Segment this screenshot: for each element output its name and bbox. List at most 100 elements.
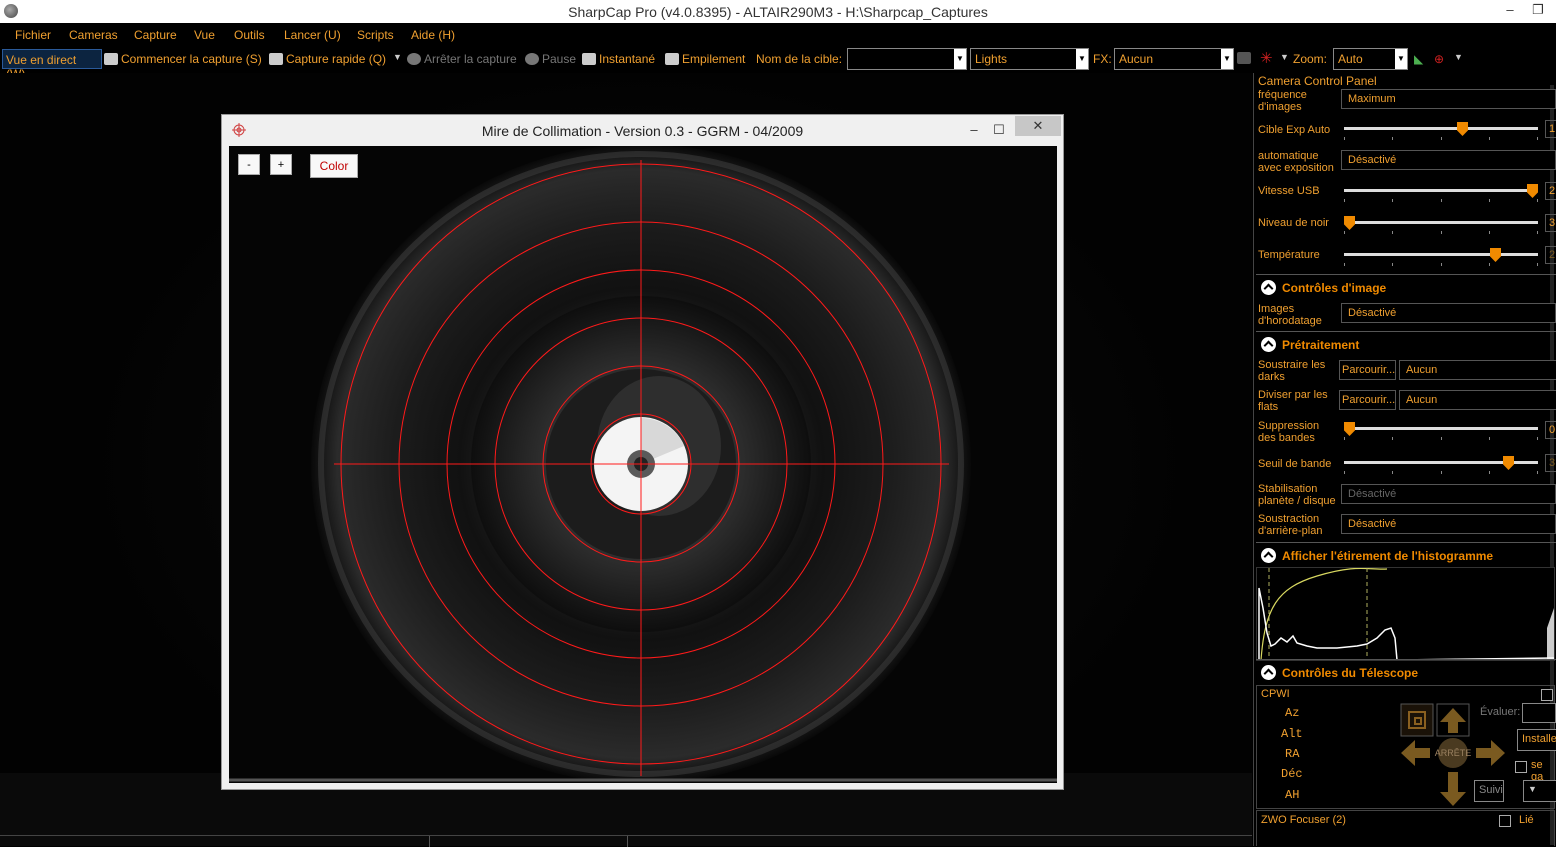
chevron-down-icon[interactable]: ▼ [1221,49,1233,69]
temperature-slider[interactable] [1344,247,1538,267]
auto-exposure-select[interactable]: Désactivé [1341,150,1556,170]
track-button[interactable]: Suivi [1474,780,1504,802]
banding-slider[interactable] [1344,421,1538,441]
temperature-label: Température [1258,249,1320,261]
menu-capture[interactable]: Capture [134,28,177,42]
auto-exp-target-slider[interactable] [1344,121,1538,141]
flats-select[interactable]: Aucun [1399,390,1556,410]
zoom-tool-dropdown-icon[interactable]: ▼ [1454,52,1463,62]
start-capture-label: Commencer la capture (S) [121,52,262,66]
minimize-button[interactable]: – [1500,2,1520,20]
collimation-close-button[interactable]: ✕ [1015,116,1061,136]
slider-thumb[interactable] [1344,422,1355,436]
menu-vue[interactable]: Vue [194,28,215,42]
darks-browse-button[interactable]: Parcourir... [1339,360,1396,380]
flats-browse-button[interactable]: Parcourir... [1339,390,1396,410]
slider-thumb[interactable] [1503,456,1514,470]
auto-exp-target-value[interactable]: 1 [1545,120,1556,138]
slider-thumb[interactable] [1344,216,1355,230]
menu-lancer[interactable]: Lancer (U) [284,28,341,42]
color-button[interactable]: Color [310,154,358,178]
track-rate-select[interactable]: ▼ [1523,780,1556,802]
menu-fichier[interactable]: Fichier [15,28,51,42]
pause-button[interactable]: Pause [525,52,576,66]
usb-speed-value[interactable]: 2 [1545,182,1556,200]
snapshot-button[interactable]: Instantané [582,52,655,66]
slider-track [1344,189,1538,192]
histogram-box[interactable] [1256,567,1555,661]
status-memory [430,836,628,847]
maximize-button[interactable]: ❐ [1528,2,1548,20]
window-title: SharpCap Pro (v4.0.8395) - ALTAIR290M3 -… [568,4,988,20]
collimation-minimize-button[interactable]: – [962,119,986,141]
timestamp-select[interactable]: Désactivé [1341,303,1556,323]
telescope-header[interactable]: Contrôles du Télescope [1256,659,1556,685]
slider-tick [1537,137,1538,140]
threshold-value[interactable]: 3 [1545,454,1556,472]
background-select[interactable]: Désactivé [1341,514,1556,534]
slider-tick [1489,471,1490,474]
keep-checkbox[interactable] [1515,761,1527,773]
stack-icon [665,53,679,65]
usb-speed-slider[interactable] [1344,183,1538,203]
zoom-tool-icon[interactable]: ⊕ [1434,52,1444,66]
focuser-linked-checkbox[interactable] [1499,815,1511,827]
nav-west-button[interactable] [1401,739,1433,769]
slider-tick [1441,263,1442,266]
menu-aide[interactable]: Aide (H) [411,28,455,42]
collapse-icon [1261,337,1276,352]
reticle-icon[interactable]: ✳ [1260,49,1273,67]
collimation-maximize-button[interactable]: ☐ [987,119,1011,141]
evaluate-input[interactable] [1522,703,1556,723]
black-level-value[interactable]: 3 [1545,214,1556,232]
histogram-icon[interactable]: ◣ [1414,52,1423,66]
menu-scripts[interactable]: Scripts [357,28,394,42]
nav-south-button[interactable] [1437,773,1469,805]
fx-apply-icon[interactable] [1237,51,1254,65]
target-name-label: Nom de la cible: [756,52,843,66]
zoom-out-button[interactable]: - [238,154,260,175]
live-view-button[interactable]: Vue en direct (W) [2,49,102,81]
slider-thumb[interactable] [1527,184,1538,198]
frame-rate-label: fréquence d'images [1258,89,1307,113]
slider-thumb[interactable] [1457,122,1468,136]
chevron-down-icon[interactable]: ▼ [954,49,966,69]
target-name-input[interactable]: ▼ [847,48,967,70]
frame-type-select[interactable]: Lights ▼ [970,48,1089,70]
slider-track [1344,221,1538,224]
menu-bar: Fichier Cameras Capture Vue Outils Lance… [0,23,1556,46]
chevron-down-icon[interactable]: ▼ [1076,49,1088,69]
stacking-button[interactable]: Empilement [665,52,745,66]
collimation-window[interactable]: Mire de Collimation - Version 0.3 - GGRM… [221,114,1064,790]
zoom-in-button[interactable]: + [270,154,292,175]
slider-track [1344,127,1538,130]
start-capture-button[interactable]: Commencer la capture (S) [104,52,262,66]
threshold-slider[interactable] [1344,455,1538,475]
slider-thumb[interactable] [1490,248,1501,262]
menu-cameras[interactable]: Cameras [69,28,118,42]
quick-capture-dropdown-icon[interactable]: ▼ [393,52,402,62]
darks-select[interactable]: Aucun [1399,360,1556,380]
image-controls-header[interactable]: Contrôles d'image [1256,274,1556,300]
zoom-select[interactable]: Auto ▼ [1333,48,1408,70]
quick-capture-button[interactable]: Capture rapide (Q) [269,52,386,66]
stop-capture-button[interactable]: Arrêter la capture [407,52,517,66]
focuser-linked-label: Lié [1519,814,1534,826]
menu-outils[interactable]: Outils [234,28,265,42]
black-level-slider[interactable] [1344,215,1538,235]
preprocessing-header[interactable]: Prétraitement [1256,331,1556,357]
histogram-header[interactable]: Afficher l'étirement de l'histogramme [1256,542,1556,568]
nav-north-button[interactable] [1437,704,1469,736]
install-button[interactable]: Installe [1517,729,1556,751]
banding-value[interactable]: 0 [1545,421,1556,439]
collapse-icon [1261,665,1276,680]
reticle-dropdown-icon[interactable]: ▼ [1280,52,1289,62]
nav-stop-button[interactable] [1438,739,1468,769]
nav-home-button[interactable] [1401,704,1433,736]
chevron-down-icon[interactable]: ▼ [1395,49,1407,69]
mount-connect-checkbox[interactable] [1541,689,1553,701]
frame-rate-select[interactable]: Maximum [1341,89,1556,109]
collimation-canvas[interactable]: - + Color [229,146,1057,783]
fx-select[interactable]: Aucun ▼ [1114,48,1234,70]
nav-east-button[interactable] [1473,739,1505,769]
